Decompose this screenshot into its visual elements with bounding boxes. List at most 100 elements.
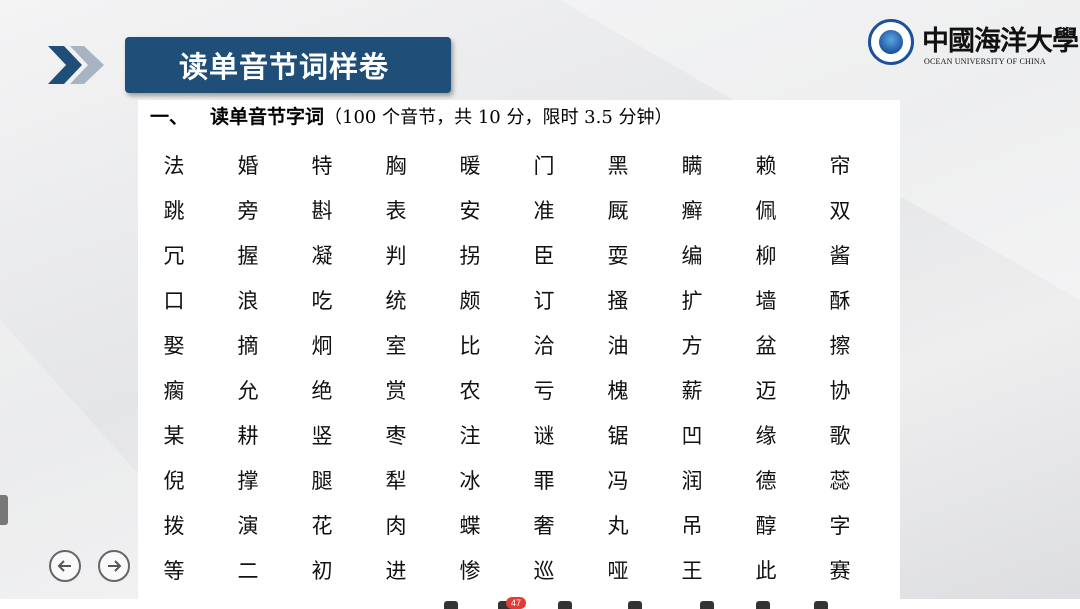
chat-badge: 47 xyxy=(506,597,526,609)
character-cell: 赖 xyxy=(755,154,777,178)
character-cell: 丸 xyxy=(607,514,629,538)
next-slide-button[interactable] xyxy=(98,550,130,582)
character-cell: 斟 xyxy=(311,199,333,223)
settings-gear-icon[interactable] xyxy=(814,601,828,609)
character-cell: 歌 xyxy=(829,424,851,448)
apps-icon[interactable] xyxy=(756,601,770,609)
character-cell: 厩 xyxy=(607,199,629,223)
character-cell: 柳 xyxy=(755,244,777,268)
section-title: 读单音节字词 xyxy=(210,106,325,128)
character-cell: 润 xyxy=(681,469,703,493)
character-cell: 酥 xyxy=(829,289,851,313)
character-cell: 二 xyxy=(237,559,259,583)
university-logo: 中國海洋大學 OCEAN UNIVERSITY OF CHINA xyxy=(866,17,1079,73)
character-cell: 特 xyxy=(311,154,333,178)
character-cell: 初 xyxy=(311,559,333,583)
character-cell: 等 xyxy=(163,559,185,583)
section-note: （100 个音节，共 10 分，限时 3.5 分钟） xyxy=(324,107,673,128)
character-cell: 奢 xyxy=(533,514,555,538)
character-cell: 肉 xyxy=(385,514,407,538)
character-cell: 油 xyxy=(607,334,629,358)
character-cell: 农 xyxy=(459,379,481,403)
character-cell: 赏 xyxy=(385,379,407,403)
character-cell: 巡 xyxy=(533,559,555,583)
previous-slide-button[interactable] xyxy=(49,550,81,582)
character-cell: 锯 xyxy=(607,424,629,448)
character-cell: 扩 xyxy=(681,289,703,313)
share-icon[interactable] xyxy=(558,601,572,609)
character-cell: 统 xyxy=(385,289,407,313)
character-cell: 暖 xyxy=(459,154,481,178)
character-cell: 薪 xyxy=(681,379,703,403)
character-cell: 亏 xyxy=(533,379,555,403)
character-cell: 安 xyxy=(459,199,481,223)
character-cell: 允 xyxy=(237,379,259,403)
character-cell: 摘 xyxy=(237,334,259,358)
character-cell: 倪 xyxy=(163,469,185,493)
character-cell: 判 xyxy=(385,244,407,268)
character-cell: 擦 xyxy=(829,334,851,358)
character-cell: 花 xyxy=(311,514,333,538)
character-cell: 犁 xyxy=(385,469,407,493)
slide-title-banner: 读单音节词样卷 xyxy=(125,37,451,93)
character-cell: 醇 xyxy=(755,514,777,538)
character-cell: 盆 xyxy=(755,334,777,358)
character-cell: 撑 xyxy=(237,469,259,493)
character-cell: 惨 xyxy=(459,559,481,583)
character-cell: 墙 xyxy=(755,289,777,313)
section-heading: 一、 读单音节字词（100 个音节，共 10 分，限时 3.5 分钟） xyxy=(150,102,673,129)
character-cell: 绝 xyxy=(311,379,333,403)
character-cell: 比 xyxy=(459,334,481,358)
participants-icon[interactable] xyxy=(700,601,714,609)
character-cell: 拐 xyxy=(459,244,481,268)
character-cell: 臣 xyxy=(533,244,555,268)
chevron-decoration-icon xyxy=(48,46,104,84)
character-cell: 冯 xyxy=(607,469,629,493)
character-cell: 王 xyxy=(681,559,703,583)
character-cell: 方 xyxy=(681,334,703,358)
character-cell: 协 xyxy=(829,379,851,403)
arrow-right-icon xyxy=(108,560,122,572)
character-cell: 跳 xyxy=(163,199,185,223)
character-cell: 酱 xyxy=(829,244,851,268)
character-cell: 凹 xyxy=(681,424,703,448)
character-cell: 谜 xyxy=(533,424,555,448)
character-cell: 腿 xyxy=(311,469,333,493)
character-cell: 吊 xyxy=(681,514,703,538)
character-cell: 耕 xyxy=(237,424,259,448)
side-panel-handle[interactable] xyxy=(0,495,8,525)
character-cell: 注 xyxy=(459,424,481,448)
character-cell: 蕊 xyxy=(829,469,851,493)
bottom-toolbar xyxy=(0,599,1080,609)
university-name-cn: 中國海洋大學 xyxy=(922,26,1079,57)
character-cell: 冗 xyxy=(163,244,185,268)
slide-title: 读单音节词样卷 xyxy=(179,50,390,84)
exam-sheet: 一、 读单音节字词（100 个音节，共 10 分，限时 3.5 分钟） 法 婚 特 胸 暖… xyxy=(138,100,900,600)
character-cell: 槐 xyxy=(607,379,629,403)
character-cell: 炯 xyxy=(311,334,333,358)
character-cell: 枣 xyxy=(385,424,407,448)
character-cell: 瘸 xyxy=(163,379,185,403)
character-cell: 黑 xyxy=(607,154,629,178)
hand-raise-icon[interactable] xyxy=(444,601,458,609)
character-cell: 胸 xyxy=(385,154,407,178)
character-cell: 室 xyxy=(385,334,407,358)
character-cell: 帘 xyxy=(829,154,851,178)
character-cell: 凝 xyxy=(311,244,333,268)
character-cell: 洽 xyxy=(533,334,555,358)
section-number: 一、 xyxy=(150,106,189,128)
character-cell: 癣 xyxy=(681,199,703,223)
character-cell: 浪 xyxy=(237,289,259,313)
character-cell: 准 xyxy=(533,199,555,223)
pen-icon[interactable] xyxy=(628,601,642,609)
character-cell: 缘 xyxy=(755,424,777,448)
character-cell: 旁 xyxy=(237,199,259,223)
character-cell: 口 xyxy=(163,289,185,313)
character-cell: 门 xyxy=(533,154,555,178)
character-cell: 拨 xyxy=(163,514,185,538)
character-cell: 此 xyxy=(755,559,777,583)
character-cell: 佩 xyxy=(755,199,777,223)
character-cell: 搔 xyxy=(607,289,629,313)
character-cell: 吃 xyxy=(311,289,333,313)
character-grid: 法 婚 特 胸 暖 门 黑 瞒 赖 帘跳 旁 斟 表 安 准 厩 癣 佩 双冗 握 凝 判 拐 臣 耍 编 柳 酱口 浪 吃 统 颇 订 搔 扩 墙 酥… xyxy=(156,150,896,600)
